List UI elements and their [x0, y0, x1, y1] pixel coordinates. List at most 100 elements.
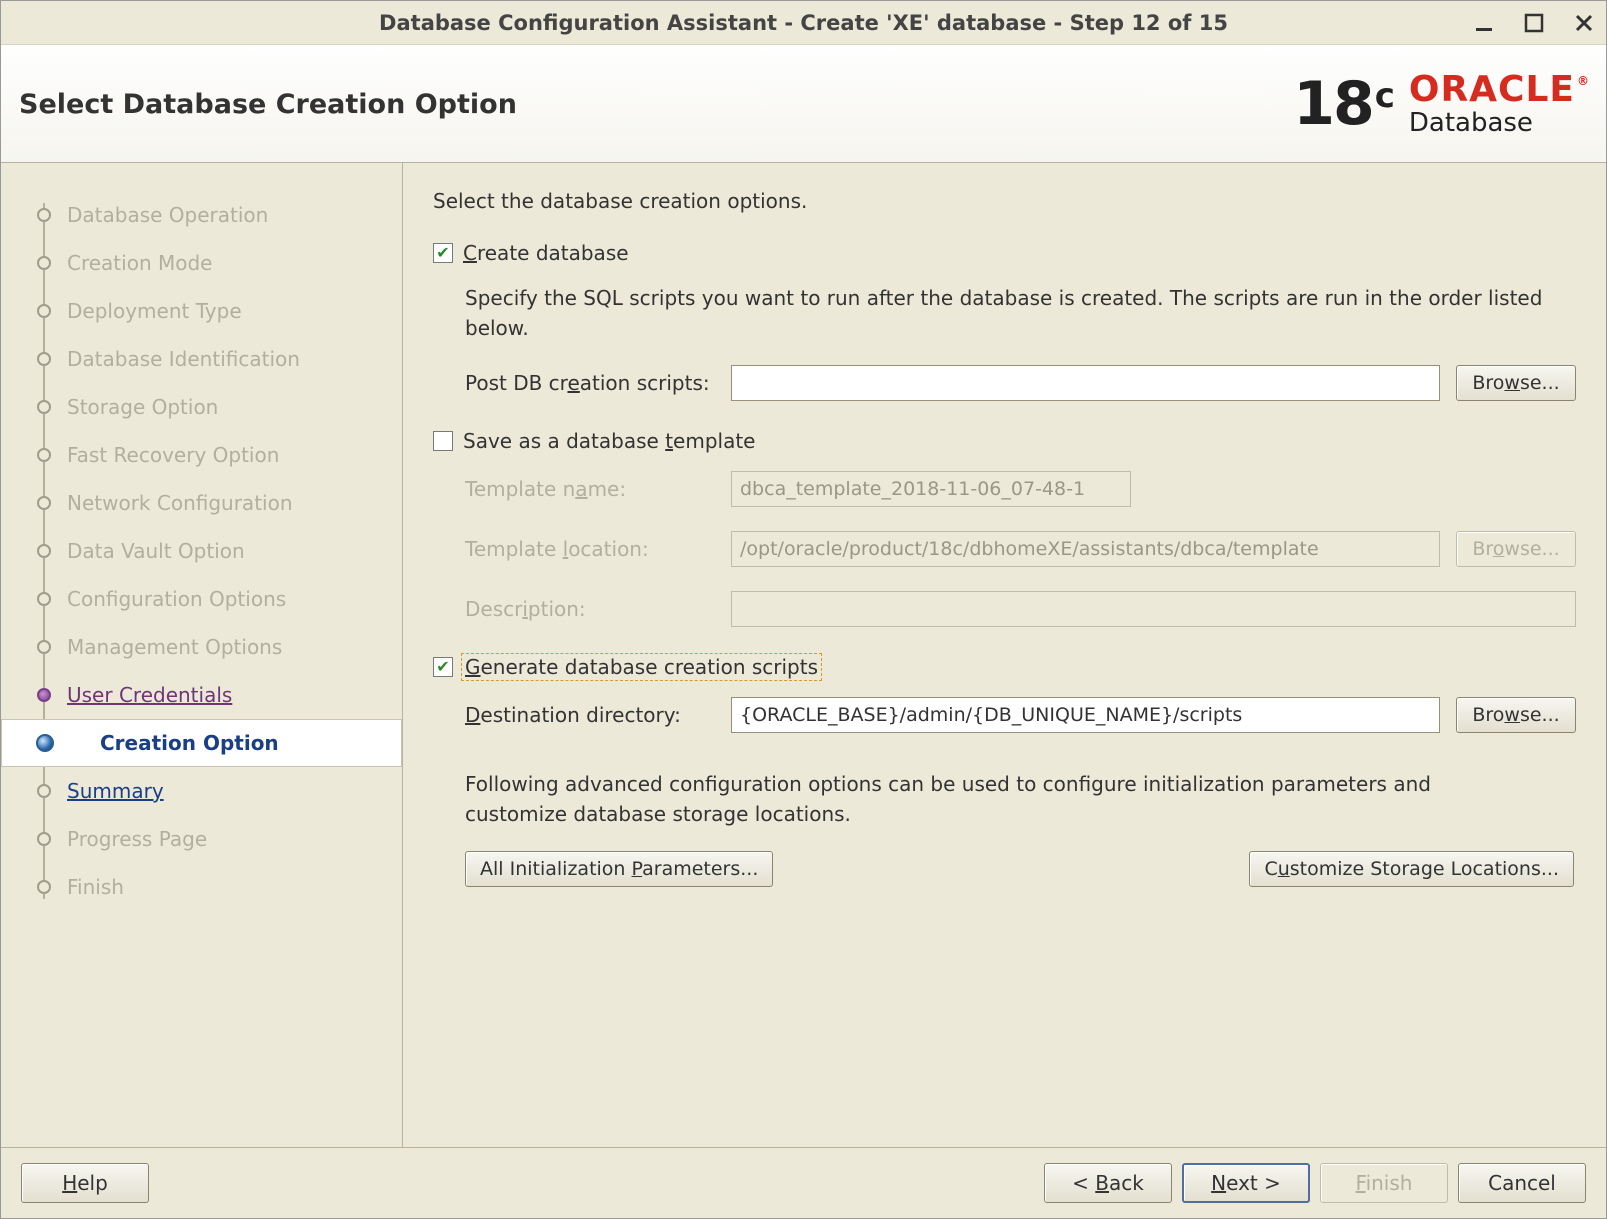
body: Database Operation Creation Mode Deploymen… — [1, 163, 1606, 1148]
generate-scripts-label: Generate database creation scripts — [463, 655, 820, 679]
wizard-step-fast-recovery-option: Fast Recovery Option — [35, 431, 394, 479]
template-name-row: Template name: — [465, 471, 1576, 507]
help-button[interactable]: Help — [21, 1163, 149, 1203]
wizard-step-finish: Finish — [35, 863, 394, 911]
instruction-text: Select the database creation options. — [433, 189, 1576, 213]
wizard-step-summary[interactable]: Summary — [35, 767, 394, 815]
step-dot-icon — [37, 640, 51, 654]
titlebar: Database Configuration Assistant - Creat… — [1, 1, 1606, 45]
wizard-step-user-credentials[interactable]: User Credentials — [35, 671, 394, 719]
post-scripts-browse-button[interactable]: Browse... — [1456, 365, 1576, 401]
save-template-label: Save as a database template — [463, 429, 755, 453]
wizard-step-data-vault-option: Data Vault Option — [35, 527, 394, 575]
wizard-footer: Help < Back Next > Finish Cancel — [1, 1148, 1606, 1218]
step-dot-icon — [37, 304, 51, 318]
step-dot-icon — [37, 688, 51, 702]
wizard-step-deployment-type: Deployment Type — [35, 287, 394, 335]
minimize-icon[interactable] — [1470, 9, 1498, 37]
step-label: Summary — [67, 779, 164, 803]
generate-scripts-checkbox-row[interactable]: Generate database creation scripts — [433, 655, 1576, 679]
post-scripts-input[interactable] — [731, 365, 1440, 401]
template-location-row: Template location: Browse... — [465, 531, 1576, 567]
template-location-label: Template location: — [465, 537, 715, 561]
destination-directory-input[interactable] — [731, 697, 1440, 733]
template-description-label: Description: — [465, 597, 715, 621]
step-label: Finish — [67, 875, 124, 899]
destination-directory-label: Destination directory: — [465, 703, 715, 727]
step-dot-icon — [37, 880, 51, 894]
wizard-step-configuration-options: Configuration Options — [35, 575, 394, 623]
step-dot-icon — [37, 544, 51, 558]
finish-button: Finish — [1320, 1163, 1448, 1203]
back-button[interactable]: < Back — [1044, 1163, 1172, 1203]
generate-scripts-section: Generate database creation scripts Desti… — [433, 655, 1576, 733]
next-button[interactable]: Next > — [1182, 1163, 1310, 1203]
maximize-icon[interactable] — [1520, 9, 1548, 37]
wizard-step-creation-option: Creation Option — [1, 719, 402, 767]
save-template-section: Save as a database template Template nam… — [433, 429, 1576, 627]
branding: 18 c ORACLE Database — [1293, 72, 1588, 136]
save-template-checkbox-row[interactable]: Save as a database template — [433, 429, 1576, 453]
step-label: Configuration Options — [67, 587, 286, 611]
step-dot-icon — [37, 448, 51, 462]
step-dot-icon — [37, 400, 51, 414]
wizard-step-management-options: Management Options — [35, 623, 394, 671]
post-scripts-row: Post DB creation scripts: Browse... — [465, 365, 1576, 401]
step-label: Network Configuration — [67, 491, 293, 515]
wizard-step-database-identification: Database Identification — [35, 335, 394, 383]
window: Database Configuration Assistant - Creat… — [0, 0, 1607, 1219]
generate-scripts-checkbox[interactable] — [433, 657, 453, 677]
step-dot-icon — [37, 592, 51, 606]
step-dot-icon — [37, 784, 51, 798]
brand-oracle: ORACLE Database — [1409, 72, 1588, 136]
create-database-label: Create database — [463, 241, 629, 265]
wizard-step-creation-mode: Creation Mode — [35, 239, 394, 287]
step-dot-icon — [36, 734, 54, 752]
wizard-step-database-operation: Database Operation — [35, 191, 394, 239]
create-database-section: Create database Specify the SQL scripts … — [433, 241, 1576, 401]
destination-directory-row: Destination directory: Browse... — [465, 697, 1576, 733]
template-location-input — [731, 531, 1440, 567]
page-header: Select Database Creation Option 18 c ORA… — [1, 45, 1606, 163]
advanced-section: Following advanced configuration options… — [433, 769, 1576, 887]
wizard-sidebar: Database Operation Creation Mode Deploymen… — [1, 163, 403, 1147]
step-label: Creation Option — [100, 731, 279, 755]
main-panel: Select the database creation options. Cr… — [403, 163, 1606, 1147]
step-dot-icon — [37, 496, 51, 510]
template-name-input — [731, 471, 1131, 507]
window-title: Database Configuration Assistant - Creat… — [379, 11, 1228, 35]
step-label: Storage Option — [67, 395, 218, 419]
all-init-params-button[interactable]: All Initialization Parameters... — [465, 851, 773, 887]
close-icon[interactable] — [1570, 9, 1598, 37]
page-title: Select Database Creation Option — [19, 89, 517, 120]
create-database-checkbox[interactable] — [433, 243, 453, 263]
step-dot-icon — [37, 832, 51, 846]
wizard-step-progress-page: Progress Page — [35, 815, 394, 863]
destination-directory-browse-button[interactable]: Browse... — [1456, 697, 1576, 733]
template-description-row: Description: — [465, 591, 1576, 627]
step-dot-icon — [37, 208, 51, 222]
step-label: Database Operation — [67, 203, 268, 227]
post-scripts-label: Post DB creation scripts: — [465, 371, 715, 395]
step-dot-icon — [37, 256, 51, 270]
template-name-label: Template name: — [465, 477, 715, 501]
template-description-input — [731, 591, 1576, 627]
cancel-button[interactable]: Cancel — [1458, 1163, 1586, 1203]
create-database-checkbox-row[interactable]: Create database — [433, 241, 1576, 265]
step-label: Management Options — [67, 635, 282, 659]
advanced-help-text: Following advanced configuration options… — [465, 769, 1485, 829]
template-location-browse-button: Browse... — [1456, 531, 1576, 567]
step-label: Creation Mode — [67, 251, 212, 275]
customize-storage-button[interactable]: Customize Storage Locations... — [1249, 851, 1574, 887]
step-label: Progress Page — [67, 827, 207, 851]
wizard-step-network-configuration: Network Configuration — [35, 479, 394, 527]
step-label: Fast Recovery Option — [67, 443, 279, 467]
create-database-help: Specify the SQL scripts you want to run … — [465, 283, 1576, 343]
save-template-checkbox[interactable] — [433, 431, 453, 451]
step-label: Database Identification — [67, 347, 300, 371]
wizard-steps: Database Operation Creation Mode Deploymen… — [35, 191, 394, 911]
brand-version: 18 c — [1293, 74, 1395, 134]
wizard-step-storage-option: Storage Option — [35, 383, 394, 431]
window-controls — [1470, 1, 1598, 45]
step-label: User Credentials — [67, 683, 232, 707]
